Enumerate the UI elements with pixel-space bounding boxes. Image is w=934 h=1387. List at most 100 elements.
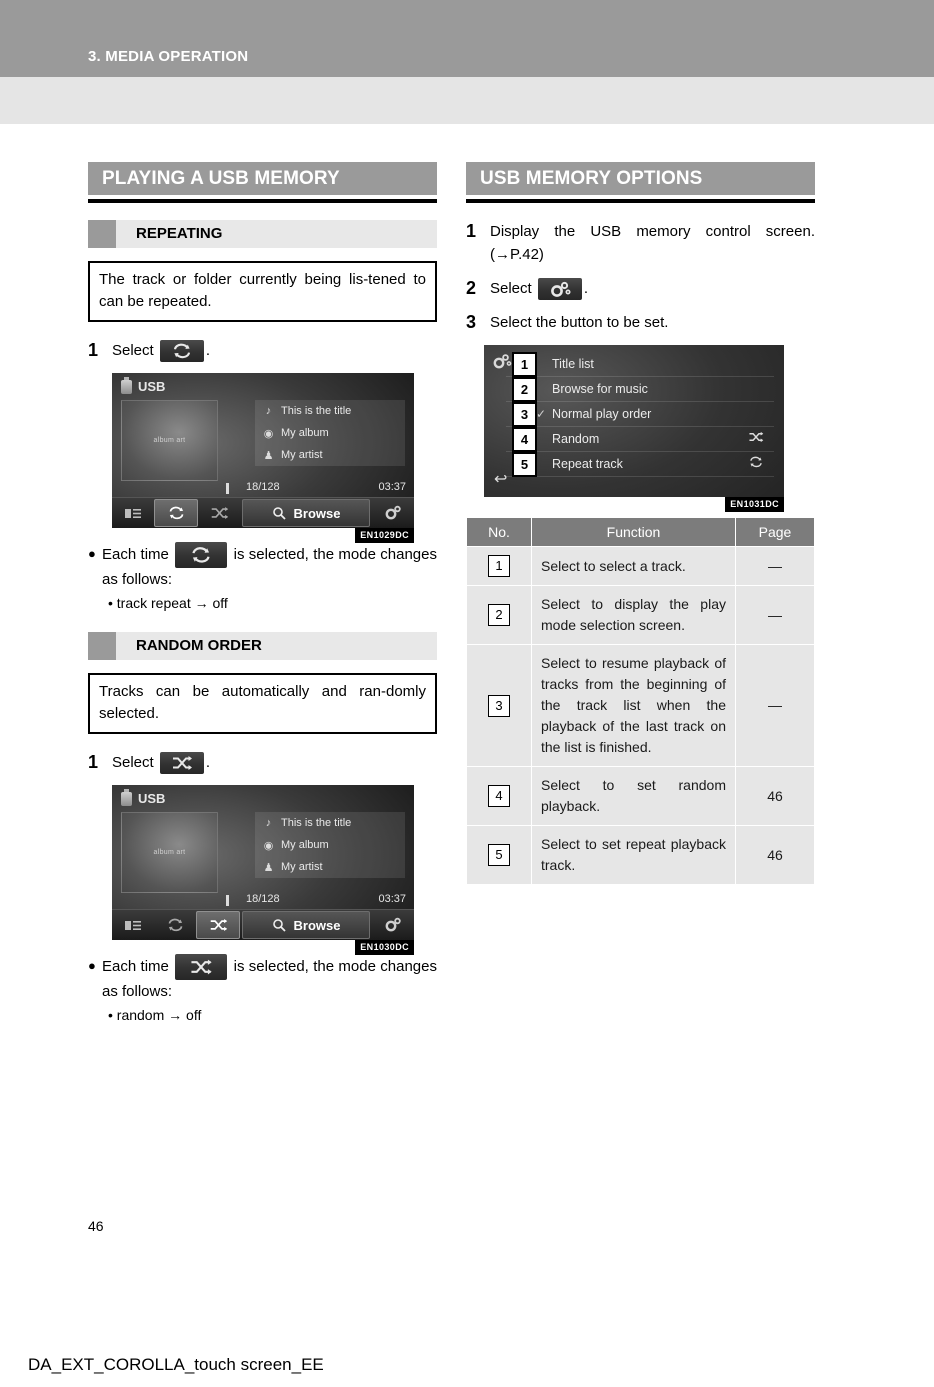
options-row-random[interactable]: Random bbox=[506, 426, 774, 453]
artist-icon: ♟ bbox=[263, 449, 274, 462]
repeat-icon bbox=[169, 506, 183, 520]
figure-usb-player-random: USB album art ♪ This is the title ◉ My a… bbox=[112, 785, 414, 956]
callout-4: 4 bbox=[512, 427, 537, 453]
options-row-label: Browse for music bbox=[552, 381, 648, 396]
note-icon: ♪ bbox=[265, 817, 272, 830]
step-text-after: . bbox=[205, 754, 211, 772]
info-box-text: The track or folder currently being lis-… bbox=[99, 271, 426, 310]
step-number: 1 bbox=[466, 221, 477, 241]
player-random-button[interactable] bbox=[196, 911, 240, 940]
track-position: 18/128 bbox=[246, 893, 280, 906]
table-cell-no: 3 bbox=[466, 644, 532, 768]
subsection-label: RANDOM ORDER bbox=[136, 637, 262, 655]
player-options-button[interactable] bbox=[372, 500, 414, 526]
shuffle-icon bbox=[210, 919, 227, 932]
table-cell-no: 1 bbox=[466, 546, 532, 587]
album-row: ◉ My album bbox=[255, 422, 405, 444]
pause-icon bbox=[226, 895, 234, 921]
step-text-before: Select bbox=[112, 342, 154, 359]
bullet-sub-text: • track repeat → off bbox=[108, 595, 228, 612]
table-row: 3 Select to resume playback of tracks fr… bbox=[466, 644, 815, 768]
checkmark-icon: ✓ bbox=[536, 406, 547, 421]
back-arrow-icon[interactable]: ↩ bbox=[494, 469, 507, 489]
repeat-icon bbox=[192, 547, 210, 563]
callout-5: 5 bbox=[512, 452, 537, 478]
repeat-icon bbox=[168, 918, 182, 932]
page-sub-band bbox=[0, 77, 934, 124]
bullet-dot: ● bbox=[88, 546, 96, 562]
info-box-repeating: The track or folder currently being lis-… bbox=[88, 261, 437, 322]
player-browse-button[interactable]: Browse bbox=[242, 911, 370, 940]
repeat-icon bbox=[748, 456, 764, 471]
album-name: My album bbox=[281, 839, 329, 852]
list-icon bbox=[125, 920, 141, 930]
options-row-repeat-track[interactable]: Repeat track bbox=[506, 451, 774, 478]
callout-number: 4 bbox=[488, 785, 510, 808]
search-icon bbox=[272, 919, 286, 932]
list-icon bbox=[125, 508, 141, 518]
step-random-1: 1 Select . bbox=[88, 751, 437, 775]
info-box-random-order: Tracks can be automatically and ran-doml… bbox=[88, 673, 437, 735]
album-art: album art bbox=[121, 400, 218, 482]
player-list-button[interactable] bbox=[112, 500, 154, 526]
player-browse-button[interactable]: Browse bbox=[242, 499, 370, 528]
page-top-band bbox=[0, 0, 934, 77]
track-time: 03:37 bbox=[378, 481, 406, 494]
repeat-icon bbox=[750, 456, 762, 468]
shuffle-icon bbox=[749, 431, 764, 443]
step-text: Select the button to be set. bbox=[490, 314, 669, 332]
gear-icon bbox=[550, 281, 571, 297]
figure-usb-options-screen: Title list Browse for music ✓ Normal pla… bbox=[484, 345, 784, 513]
track-time: 03:37 bbox=[378, 893, 406, 906]
table-cell-function: Select to set repeat playback track. bbox=[531, 825, 736, 886]
track-metadata-panel: ♪ This is the title ◉ My album ♟ My arti… bbox=[255, 812, 405, 879]
artist-name: My artist bbox=[281, 449, 323, 462]
track-status-bar: 18/128 03:37 bbox=[216, 479, 408, 509]
table-header-function: Function bbox=[531, 517, 736, 548]
usb-source-header: USB bbox=[121, 788, 165, 806]
options-row-label: Repeat track bbox=[552, 456, 623, 471]
gear-icon-chip[interactable] bbox=[537, 278, 582, 301]
player-repeat-button[interactable] bbox=[154, 499, 198, 528]
step-number: 1 bbox=[88, 752, 99, 773]
usb-source-header: USB bbox=[121, 376, 165, 394]
step-text: Select . bbox=[112, 751, 437, 775]
step-repeating-1: 1 Select . bbox=[88, 339, 437, 363]
step-text: Select . bbox=[490, 277, 815, 301]
usb-stick-icon bbox=[121, 376, 132, 394]
bullet-text-before: Each time bbox=[102, 958, 169, 976]
player-random-button[interactable] bbox=[198, 500, 240, 526]
repeat-icon-chip[interactable] bbox=[159, 340, 204, 363]
player-options-button[interactable] bbox=[372, 912, 414, 938]
track-metadata-panel: ♪ This is the title ◉ My album ♟ My arti… bbox=[255, 400, 405, 467]
table-cell-no: 5 bbox=[466, 825, 532, 886]
options-row-title-list[interactable]: Title list bbox=[506, 351, 774, 378]
player-list-button[interactable] bbox=[112, 912, 154, 938]
table-header-row: No. Function Page bbox=[466, 517, 815, 548]
usb-player-screen: USB album art ♪ This is the title ◉ My a… bbox=[112, 373, 414, 529]
bullet-repeating: ● Each time is selected, the mode change… bbox=[88, 542, 437, 614]
step-text-before: Select bbox=[112, 754, 154, 772]
table-cell-no: 2 bbox=[466, 585, 532, 646]
table-cell-page: — bbox=[735, 546, 815, 587]
section-header-label: USB MEMORY OPTIONS bbox=[480, 168, 703, 189]
options-row-browse-for-music[interactable]: Browse for music bbox=[506, 376, 774, 403]
player-repeat-button[interactable] bbox=[154, 912, 196, 938]
table-header-no: No. bbox=[466, 517, 532, 548]
table-header-page: Page bbox=[735, 517, 815, 548]
repeat-icon-chip[interactable] bbox=[175, 542, 228, 569]
left-column: PLAYING A USB MEMORY REPEATING The track… bbox=[88, 162, 437, 1026]
subsection-swatch bbox=[88, 220, 116, 248]
function-reference-table: No. Function Page 1 Select to select a t… bbox=[466, 517, 815, 886]
subsection-random-order: RANDOM ORDER bbox=[88, 632, 437, 661]
track-title: This is the title bbox=[281, 405, 352, 418]
shuffle-icon-chip[interactable] bbox=[159, 752, 204, 775]
table-cell-page: 46 bbox=[735, 766, 815, 827]
album-art-label: album art bbox=[153, 849, 186, 857]
bullet-text: Each time is selected, the mode changes … bbox=[102, 542, 437, 614]
options-row-normal-play-order[interactable]: ✓ Normal play order bbox=[506, 401, 774, 428]
usb-stick-icon bbox=[121, 788, 132, 806]
callout-number: 3 bbox=[488, 694, 510, 717]
shuffle-icon-chip[interactable] bbox=[175, 954, 228, 981]
shuffle-icon bbox=[748, 431, 764, 446]
